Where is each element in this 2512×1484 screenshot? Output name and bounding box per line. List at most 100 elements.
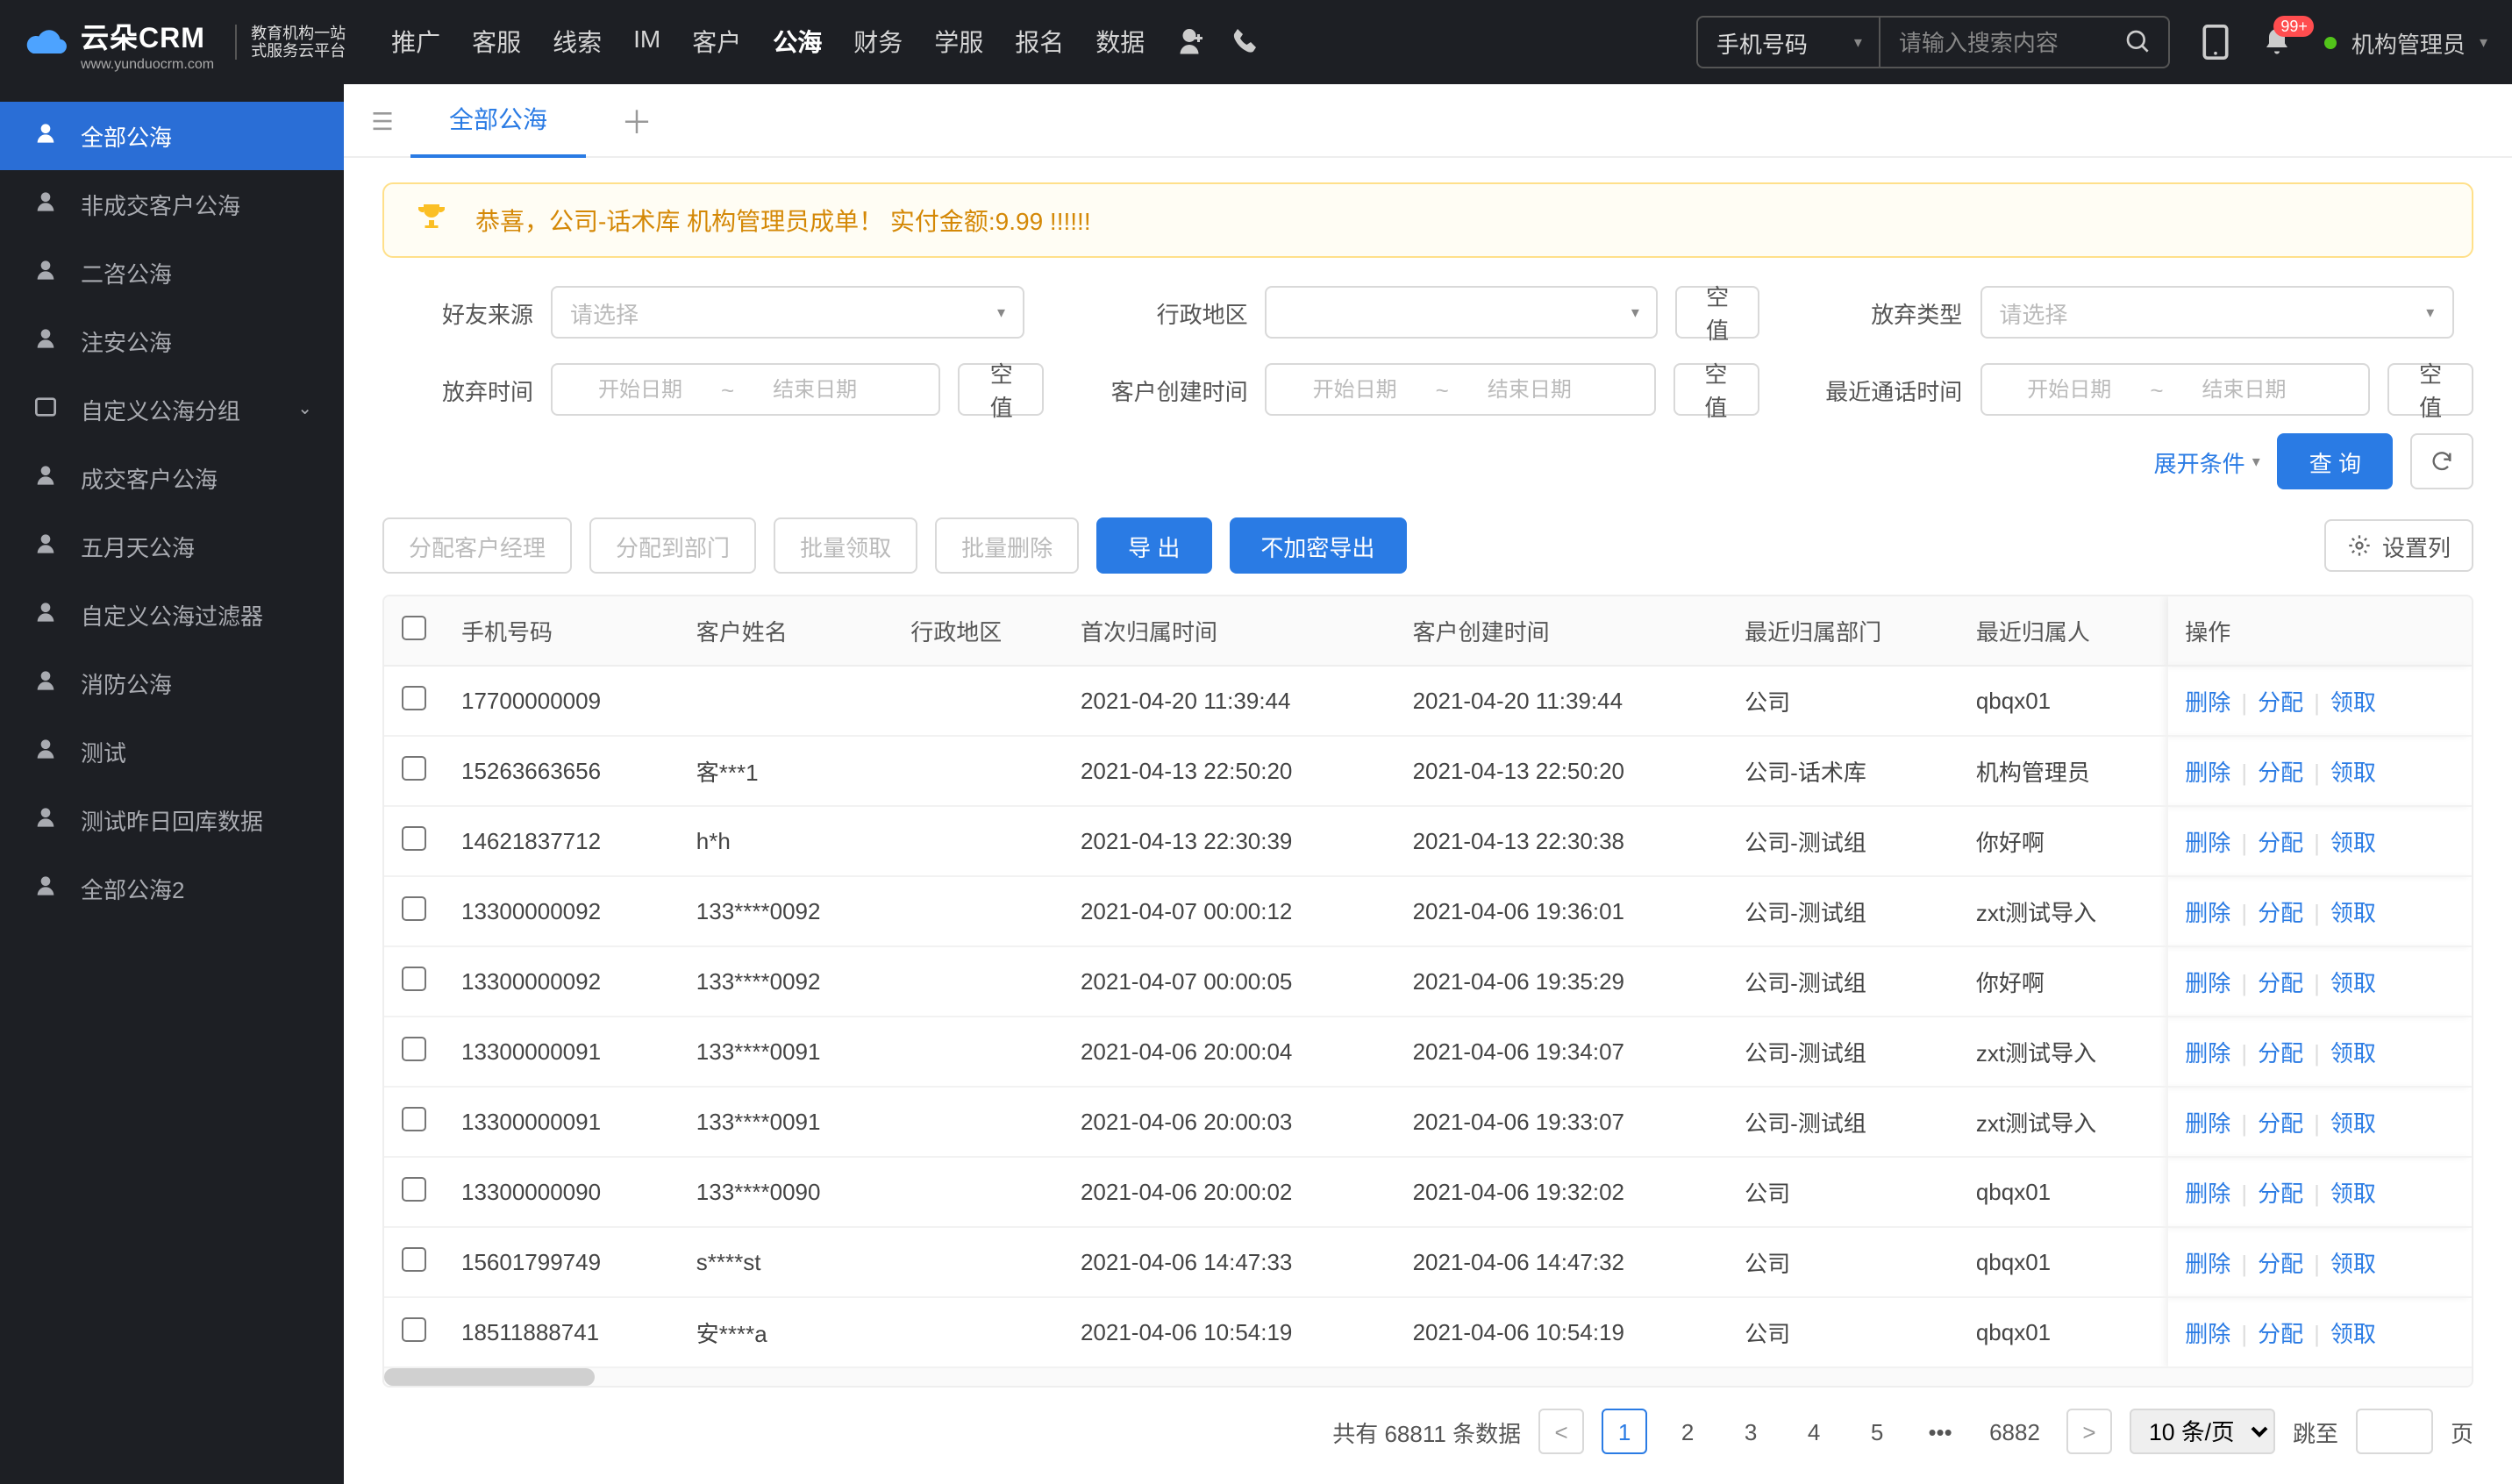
create-start-input[interactable] xyxy=(1285,377,1425,402)
nav-item-5[interactable]: 公海 xyxy=(769,18,825,67)
daterange-abandon-time[interactable]: ~ xyxy=(551,363,941,416)
row-assign-link[interactable]: 分配 xyxy=(2258,1040,2303,1067)
brand-logo[interactable]: 云朵CRM www.yunduocrm.com 教育机构一站 式服务云平台 xyxy=(25,13,346,71)
sidebar-item-1[interactable]: 非成交客户公海 xyxy=(0,170,344,239)
row-assign-link[interactable]: 分配 xyxy=(2258,689,2303,716)
phone-icon[interactable] xyxy=(1229,26,1260,58)
pager-page[interactable]: 3 xyxy=(1728,1409,1773,1454)
nav-item-1[interactable]: 客服 xyxy=(468,18,525,67)
lastcall-start-input[interactable] xyxy=(1999,377,2139,402)
sidebar-item-7[interactable]: 自定义公海过滤器 xyxy=(0,581,344,649)
search-input[interactable] xyxy=(1881,18,2109,67)
row-assign-link[interactable]: 分配 xyxy=(2258,830,2303,856)
row-claim-link[interactable]: 领取 xyxy=(2330,1251,2376,1277)
sidebar-item-6[interactable]: 五月天公海 xyxy=(0,512,344,581)
row-checkbox[interactable] xyxy=(402,1317,426,1342)
row-checkbox[interactable] xyxy=(402,686,426,710)
row-delete-link[interactable]: 删除 xyxy=(2185,900,2230,926)
daterange-last-call[interactable]: ~ xyxy=(1980,363,2370,416)
row-delete-link[interactable]: 删除 xyxy=(2185,1321,2230,1347)
select-friend-source[interactable]: 请选择▾ xyxy=(551,286,1024,339)
row-claim-link[interactable]: 领取 xyxy=(2330,1321,2376,1347)
daterange-create-time[interactable]: ~ xyxy=(1266,363,1656,416)
row-assign-link[interactable]: 分配 xyxy=(2258,1181,2303,1207)
row-checkbox[interactable] xyxy=(402,826,426,851)
pager-next[interactable]: > xyxy=(2066,1409,2112,1454)
btn-export[interactable]: 导 出 xyxy=(1096,517,1211,574)
row-checkbox[interactable] xyxy=(402,1037,426,1061)
row-claim-link[interactable]: 领取 xyxy=(2330,689,2376,716)
row-assign-link[interactable]: 分配 xyxy=(2258,1321,2303,1347)
create-end-input[interactable] xyxy=(1459,377,1600,402)
pager-page[interactable]: 4 xyxy=(1791,1409,1837,1454)
add-tab-button[interactable]: ＋ xyxy=(593,97,681,143)
row-checkbox[interactable] xyxy=(402,1247,426,1272)
row-delete-link[interactable]: 删除 xyxy=(2185,1040,2230,1067)
row-delete-link[interactable]: 删除 xyxy=(2185,1251,2230,1277)
sidebar-item-3[interactable]: 注安公海 xyxy=(0,307,344,375)
row-claim-link[interactable]: 领取 xyxy=(2330,1181,2376,1207)
select-region[interactable]: ▾ xyxy=(1266,286,1659,339)
row-delete-link[interactable]: 删除 xyxy=(2185,760,2230,786)
nav-item-7[interactable]: 学服 xyxy=(931,18,987,67)
btn-create-empty[interactable]: 空值 xyxy=(1673,363,1759,416)
add-user-icon[interactable] xyxy=(1173,26,1204,58)
lastcall-end-input[interactable] xyxy=(2174,377,2315,402)
pager-last[interactable]: 6882 xyxy=(1980,1409,2049,1454)
abandon-start-input[interactable] xyxy=(570,377,710,402)
sidebar-item-2[interactable]: 二咨公海 xyxy=(0,239,344,307)
expand-filters-link[interactable]: 展开条件 ▾ xyxy=(2154,445,2260,478)
btn-abandon-empty[interactable]: 空值 xyxy=(959,363,1045,416)
pager-page[interactable]: 5 xyxy=(1854,1409,1900,1454)
pager-prev[interactable]: < xyxy=(1538,1409,1584,1454)
tab-list-icon[interactable] xyxy=(361,99,403,141)
user-menu[interactable]: 机构管理员 ▾ xyxy=(2325,25,2487,59)
btn-batch-delete[interactable]: 批量删除 xyxy=(935,517,1079,574)
row-assign-link[interactable]: 分配 xyxy=(2258,1110,2303,1137)
row-claim-link[interactable]: 领取 xyxy=(2330,830,2376,856)
row-claim-link[interactable]: 领取 xyxy=(2330,1040,2376,1067)
nav-item-6[interactable]: 财务 xyxy=(850,18,906,67)
btn-batch-claim[interactable]: 批量领取 xyxy=(774,517,917,574)
btn-assign-manager[interactable]: 分配客户经理 xyxy=(382,517,572,574)
row-assign-link[interactable]: 分配 xyxy=(2258,1251,2303,1277)
horizontal-scrollbar[interactable] xyxy=(384,1368,2472,1386)
mobile-icon[interactable] xyxy=(2202,25,2230,60)
sidebar-item-4[interactable]: 自定义公海分组⌄ xyxy=(0,375,344,444)
row-checkbox[interactable] xyxy=(402,756,426,781)
row-checkbox[interactable] xyxy=(402,896,426,921)
query-button[interactable]: 查 询 xyxy=(2278,433,2393,489)
btn-set-columns[interactable]: 设置列 xyxy=(2324,519,2473,572)
row-assign-link[interactable]: 分配 xyxy=(2258,970,2303,996)
btn-lastcall-empty[interactable]: 空值 xyxy=(2387,363,2473,416)
sidebar-item-8[interactable]: 消防公海 xyxy=(0,649,344,717)
nav-item-0[interactable]: 推广 xyxy=(388,18,444,67)
pager-page[interactable]: 2 xyxy=(1665,1409,1710,1454)
tab-all-public[interactable]: 全部公海 xyxy=(410,83,586,157)
pager-size-select[interactable]: 10 条/页 xyxy=(2130,1409,2275,1454)
select-abandon-type[interactable]: 请选择▾ xyxy=(1980,286,2453,339)
row-assign-link[interactable]: 分配 xyxy=(2258,900,2303,926)
sidebar-item-0[interactable]: 全部公海 xyxy=(0,102,344,170)
row-claim-link[interactable]: 领取 xyxy=(2330,970,2376,996)
nav-item-8[interactable]: 报名 xyxy=(1011,18,1067,67)
select-all-checkbox[interactable] xyxy=(402,616,426,640)
sidebar-item-9[interactable]: 测试 xyxy=(0,717,344,786)
row-assign-link[interactable]: 分配 xyxy=(2258,760,2303,786)
sidebar-item-10[interactable]: 测试昨日回库数据 xyxy=(0,786,344,854)
row-checkbox[interactable] xyxy=(402,967,426,991)
row-claim-link[interactable]: 领取 xyxy=(2330,1110,2376,1137)
sidebar-item-11[interactable]: 全部公海2 xyxy=(0,854,344,923)
pager-jump-input[interactable] xyxy=(2356,1409,2433,1454)
refresh-button[interactable] xyxy=(2410,433,2473,489)
search-button[interactable] xyxy=(2109,28,2169,56)
nav-item-4[interactable]: 客户 xyxy=(689,18,745,67)
abandon-end-input[interactable] xyxy=(745,377,885,402)
row-delete-link[interactable]: 删除 xyxy=(2185,830,2230,856)
btn-region-empty[interactable]: 空值 xyxy=(1676,286,1759,339)
row-delete-link[interactable]: 删除 xyxy=(2185,689,2230,716)
nav-item-3[interactable]: IM xyxy=(630,18,664,67)
pager-page[interactable]: 1 xyxy=(1602,1409,1647,1454)
row-checkbox[interactable] xyxy=(402,1107,426,1131)
row-checkbox[interactable] xyxy=(402,1177,426,1202)
